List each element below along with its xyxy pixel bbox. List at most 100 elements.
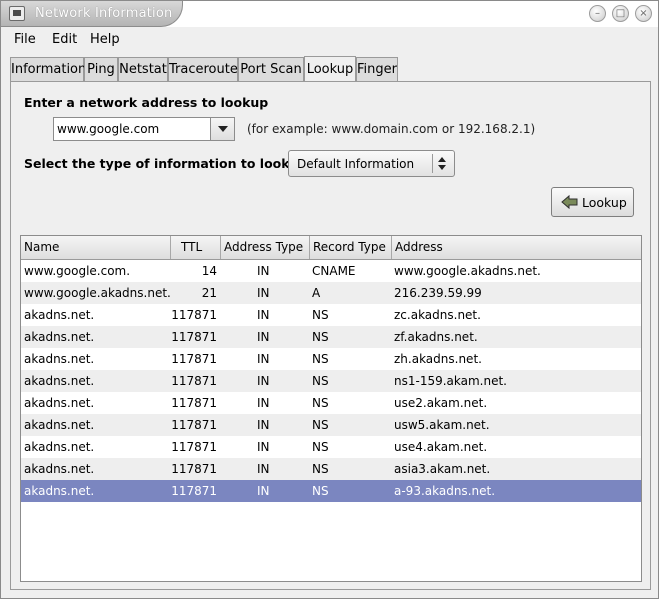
cell-record-type: NS (312, 396, 329, 410)
cell-address-type: IN (257, 264, 270, 278)
table-row[interactable]: akadns.net. 117871 IN NS usw5.akam.net. (21, 414, 641, 436)
cell-address: 216.239.59.99 (394, 286, 482, 300)
window-title: Network Information (35, 6, 173, 21)
table-row[interactable]: akadns.net. 117871 IN NS a-93.akadns.net. (21, 480, 641, 502)
address-label: Enter a network address to lookup (24, 95, 269, 110)
cell-address: usw5.akam.net. (394, 418, 490, 432)
cell-name: www.google.akadns.net. (24, 286, 171, 300)
type-select-value: Default Information (297, 157, 415, 171)
lookup-page: Enter a network address to lookup (for e… (10, 81, 651, 590)
cell-address: www.google.akadns.net. (394, 264, 541, 278)
cell-name: www.google.com. (24, 264, 131, 278)
cell-ttl: 117871 (171, 440, 217, 454)
cell-record-type: A (312, 286, 321, 300)
type-label: Select the type of information to lookup… (24, 156, 313, 171)
results-table[interactable]: Name TTL Address Type Record Type Addres… (20, 235, 642, 582)
column-header-record-type[interactable]: Record Type (310, 236, 392, 259)
table-row[interactable]: akadns.net. 117871 IN NS use4.akam.net. (21, 436, 641, 458)
chevron-down-icon (218, 126, 228, 132)
cell-ttl: 117871 (171, 418, 217, 432)
column-header-address-type[interactable]: Address Type (221, 236, 310, 259)
cell-record-type: NS (312, 352, 329, 366)
cell-record-type: CNAME (312, 264, 356, 278)
cell-ttl: 14 (201, 264, 217, 278)
cell-ttl: 117871 (171, 330, 217, 344)
cell-address: asia3.akam.net. (394, 462, 491, 476)
cell-name: akadns.net. (24, 484, 95, 498)
tab-ping[interactable]: Ping (84, 57, 118, 81)
network-information-window: Network Information – □ × File Edit Help… (0, 0, 659, 599)
menu-bar: File Edit Help (2, 27, 658, 53)
cell-name: akadns.net. (24, 308, 95, 322)
address-combo[interactable] (53, 117, 235, 141)
cell-ttl: 117871 (171, 484, 217, 498)
menu-edit[interactable]: Edit (52, 32, 77, 47)
tab-port-scan[interactable]: Port Scan (238, 57, 304, 81)
cell-address-type: IN (257, 396, 270, 410)
type-select[interactable]: Default Information (288, 150, 455, 177)
tab-netstat[interactable]: Netstat (118, 57, 168, 81)
cell-address: use4.akam.net. (394, 440, 488, 454)
column-header-name[interactable]: Name (21, 236, 171, 259)
cell-address-type: IN (257, 308, 270, 322)
column-header-address[interactable]: Address (392, 236, 641, 259)
cell-ttl: 117871 (171, 352, 217, 366)
column-header-ttl[interactable]: TTL (171, 236, 221, 259)
cell-name: akadns.net. (24, 330, 95, 344)
cell-record-type: NS (312, 308, 329, 322)
network-app-icon (9, 6, 25, 21)
cell-ttl: 117871 (171, 396, 217, 410)
table-row[interactable]: akadns.net. 117871 IN NS zh.akadns.net. (21, 348, 641, 370)
cell-name: akadns.net. (24, 462, 95, 476)
tab-information[interactable]: Information (10, 57, 86, 81)
table-row[interactable]: akadns.net. 117871 IN NS zc.akadns.net. (21, 304, 641, 326)
lookup-arrow-icon (561, 194, 578, 210)
maximize-button[interactable]: □ (612, 5, 629, 22)
close-icon: × (639, 7, 648, 19)
title-bar[interactable]: Network Information – □ × (1, 1, 658, 27)
table-row[interactable]: www.google.com. 14 IN CNAME www.google.akadn… (21, 260, 641, 282)
table-row[interactable]: akadns.net. 117871 IN NS zf.akadns.net. (21, 326, 641, 348)
cell-address: zc.akadns.net. (394, 308, 481, 322)
cell-record-type: NS (312, 330, 329, 344)
title-tab: Network Information (1, 1, 183, 27)
lookup-button[interactable]: Lookup (551, 187, 634, 217)
menu-help[interactable]: Help (90, 32, 120, 47)
table-row[interactable]: akadns.net. 117871 IN NS use2.akam.net. (21, 392, 641, 414)
cell-address-type: IN (257, 374, 270, 388)
tab-lookup[interactable]: Lookup (304, 56, 356, 81)
table-header: Name TTL Address Type Record Type Addres… (21, 236, 641, 260)
address-dropdown-button[interactable] (210, 118, 234, 140)
table-body: www.google.com. 14 IN CNAME www.google.akadn… (21, 260, 641, 502)
cell-address: zf.akadns.net. (394, 330, 478, 344)
cell-ttl: 21 (201, 286, 217, 300)
cell-ttl: 117871 (171, 462, 217, 476)
cell-name: akadns.net. (24, 440, 95, 454)
cell-address-type: IN (257, 440, 270, 454)
table-row[interactable]: akadns.net. 117871 IN NS ns1-159.akam.net. (21, 370, 641, 392)
cell-record-type: NS (312, 374, 329, 388)
tab-traceroute[interactable]: Traceroute (168, 57, 238, 81)
cell-name: akadns.net. (24, 396, 95, 410)
up-down-arrows-icon (438, 157, 448, 171)
menu-file[interactable]: File (14, 32, 36, 47)
cell-ttl: 117871 (171, 308, 217, 322)
cell-record-type: NS (312, 418, 329, 432)
cell-name: akadns.net. (24, 418, 95, 432)
table-row[interactable]: akadns.net. 117871 IN NS asia3.akam.net. (21, 458, 641, 480)
cell-address-type: IN (257, 418, 270, 432)
cell-name: akadns.net. (24, 374, 95, 388)
minimize-button[interactable]: – (589, 5, 606, 22)
address-input[interactable] (54, 118, 210, 140)
cell-address: zh.akadns.net. (394, 352, 482, 366)
cell-address-type: IN (257, 462, 270, 476)
cell-record-type: NS (312, 484, 329, 498)
close-button[interactable]: × (635, 5, 652, 22)
minimize-icon: – (595, 7, 600, 19)
tab-finger[interactable]: Finger (356, 57, 398, 81)
cell-address: ns1-159.akam.net. (394, 374, 507, 388)
cell-ttl: 117871 (171, 374, 217, 388)
select-separator (432, 154, 433, 173)
example-hint: (for example: www.domain.com or 192.168.… (247, 122, 536, 136)
table-row[interactable]: www.google.akadns.net. 21 IN A 216.239.59.99 (21, 282, 641, 304)
